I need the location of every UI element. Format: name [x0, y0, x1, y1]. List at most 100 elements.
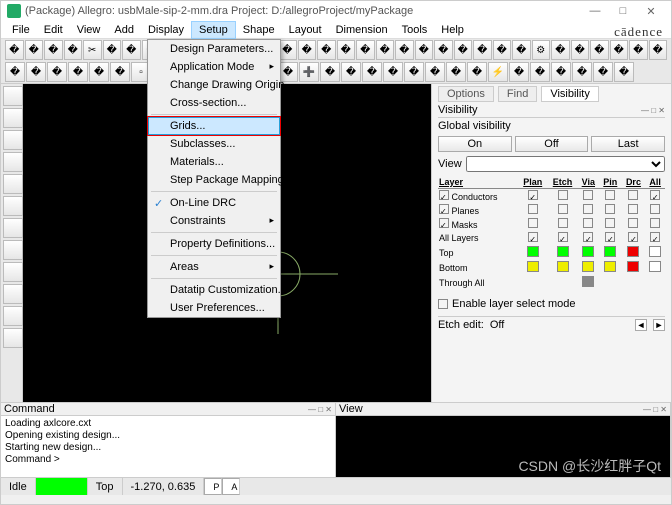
menu-item-application-mode[interactable]: Application Mode: [148, 58, 280, 76]
menu-item-materials-[interactable]: Materials...: [148, 153, 280, 171]
menu-help[interactable]: Help: [434, 22, 471, 38]
toolbar-button[interactable]: �: [434, 40, 453, 60]
toolbar-button[interactable]: �: [298, 40, 317, 60]
enable-layer-checkbox[interactable]: [438, 299, 448, 309]
toolbar-button[interactable]: �: [44, 40, 63, 60]
status-p[interactable]: P: [204, 478, 222, 495]
toolbar-button[interactable]: �: [649, 40, 668, 60]
vis-off[interactable]: Off: [515, 136, 589, 152]
menu-item-grids-[interactable]: Grids...: [148, 117, 280, 135]
menu-item-constraints[interactable]: Constraints: [148, 212, 280, 230]
toolbar-button[interactable]: �: [68, 62, 88, 82]
menu-layout[interactable]: Layout: [282, 22, 329, 38]
side-tool[interactable]: [3, 86, 23, 106]
toolbar-button[interactable]: �: [26, 62, 46, 82]
toolbar-button[interactable]: �: [341, 62, 361, 82]
toolbar-button[interactable]: �: [25, 40, 44, 60]
menu-item-step-package-mapping-[interactable]: Step Package Mapping...: [148, 171, 280, 189]
toolbar-button[interactable]: �: [530, 62, 550, 82]
side-tool[interactable]: [3, 108, 23, 128]
toolbar-button[interactable]: �: [551, 40, 570, 60]
menu-item-property-definitions-[interactable]: Property Definitions...: [148, 235, 280, 253]
close-button[interactable]: ✕: [637, 5, 665, 18]
menu-file[interactable]: File: [5, 22, 37, 38]
toolbar-button[interactable]: �: [89, 62, 109, 82]
status-a[interactable]: A: [222, 478, 240, 495]
side-tool[interactable]: [3, 152, 23, 172]
menu-view[interactable]: View: [70, 22, 108, 38]
menu-item-areas[interactable]: Areas: [148, 258, 280, 276]
toolbar-button[interactable]: �: [593, 62, 613, 82]
toolbar-button[interactable]: �: [571, 40, 590, 60]
minimize-button[interactable]: —: [581, 5, 609, 17]
toolbar-button[interactable]: �: [551, 62, 571, 82]
menu-add[interactable]: Add: [107, 22, 141, 38]
toolbar-button[interactable]: �: [425, 62, 445, 82]
toolbar-button[interactable]: �: [493, 40, 512, 60]
toolbar-button[interactable]: �: [64, 40, 83, 60]
toolbar-button[interactable]: �: [5, 62, 25, 82]
toolbar-button[interactable]: �: [610, 40, 629, 60]
toolbar-button[interactable]: �: [467, 62, 487, 82]
menu-shape[interactable]: Shape: [236, 22, 282, 38]
toolbar-button[interactable]: �: [395, 40, 414, 60]
view-thumbnail[interactable]: [336, 416, 670, 477]
tab-find[interactable]: Find: [498, 86, 537, 102]
side-tool[interactable]: [3, 218, 23, 238]
toolbar-button[interactable]: ⚡: [488, 62, 508, 82]
maximize-button[interactable]: □: [609, 5, 637, 17]
menu-dimension[interactable]: Dimension: [329, 22, 395, 38]
toolbar-button[interactable]: �: [122, 40, 141, 60]
tab-options[interactable]: Options: [438, 86, 494, 102]
menu-item-design-parameters-[interactable]: Design Parameters...: [148, 40, 280, 58]
toolbar-button[interactable]: �: [590, 40, 609, 60]
menu-item-on-line-drc[interactable]: On-Line DRC: [148, 194, 280, 212]
toolbar-button[interactable]: �: [383, 62, 403, 82]
etch-left[interactable]: ◄: [635, 319, 647, 331]
tab-visibility[interactable]: Visibility: [541, 86, 599, 102]
toolbar-button[interactable]: �: [446, 62, 466, 82]
toolbar-button[interactable]: �: [512, 40, 531, 60]
menu-setup[interactable]: Setup: [191, 21, 236, 39]
toolbar-button[interactable]: ⚙: [532, 40, 551, 60]
side-tool[interactable]: [3, 328, 23, 348]
menu-item-datatip-customization-[interactable]: Datatip Customization...: [148, 281, 280, 299]
side-tool[interactable]: [3, 240, 23, 260]
menu-edit[interactable]: Edit: [37, 22, 70, 38]
toolbar-button[interactable]: �: [509, 62, 529, 82]
toolbar-button[interactable]: �: [47, 62, 67, 82]
side-tool[interactable]: [3, 284, 23, 304]
view-select[interactable]: [466, 156, 665, 172]
menu-item-change-drawing-origin[interactable]: Change Drawing Origin: [148, 76, 280, 94]
side-tool[interactable]: [3, 174, 23, 194]
toolbar-button[interactable]: �: [356, 40, 375, 60]
menu-item-user-preferences-[interactable]: User Preferences...: [148, 299, 280, 317]
toolbar-button[interactable]: �: [337, 40, 356, 60]
side-tool[interactable]: [3, 196, 23, 216]
side-tool[interactable]: [3, 306, 23, 326]
dock-controls[interactable]: — □ ✕: [641, 106, 665, 115]
menu-display[interactable]: Display: [141, 22, 191, 38]
toolbar-button[interactable]: �: [454, 40, 473, 60]
toolbar-button[interactable]: �: [317, 40, 336, 60]
toolbar-button[interactable]: �: [473, 40, 492, 60]
menu-item-subclasses-[interactable]: Subclasses...: [148, 135, 280, 153]
toolbar-button[interactable]: ➕: [299, 62, 319, 82]
toolbar-button[interactable]: �: [572, 62, 592, 82]
vis-on[interactable]: On: [438, 136, 512, 152]
toolbar-button[interactable]: �: [404, 62, 424, 82]
toolbar-button[interactable]: �: [110, 62, 130, 82]
side-tool[interactable]: [3, 130, 23, 150]
toolbar-button[interactable]: �: [103, 40, 122, 60]
menu-item-cross-section-[interactable]: Cross-section...: [148, 94, 280, 112]
toolbar-button[interactable]: �: [376, 40, 395, 60]
toolbar-button[interactable]: ✂: [83, 40, 102, 60]
etch-right[interactable]: ►: [653, 319, 665, 331]
side-tool[interactable]: [3, 262, 23, 282]
vis-last[interactable]: Last: [591, 136, 665, 152]
toolbar-button[interactable]: �: [362, 62, 382, 82]
toolbar-button[interactable]: �: [614, 62, 634, 82]
toolbar-button[interactable]: �: [5, 40, 24, 60]
toolbar-button[interactable]: �: [320, 62, 340, 82]
toolbar-button[interactable]: �: [629, 40, 648, 60]
